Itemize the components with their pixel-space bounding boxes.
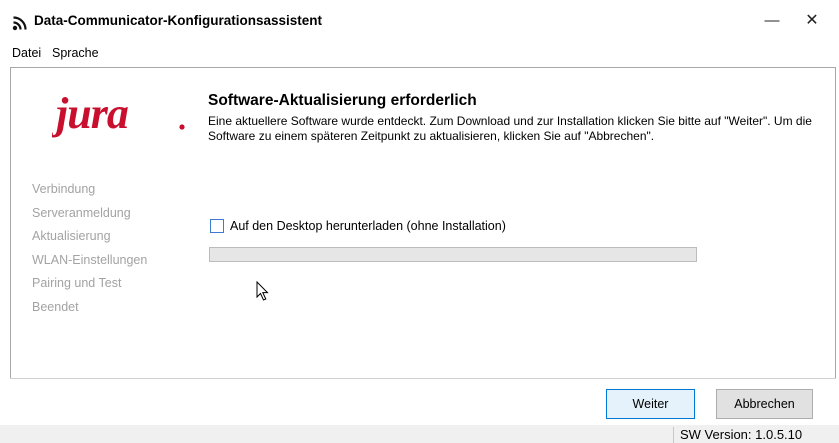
title-bar[interactable]: Data-Communicator-Konfigurationsassisten… xyxy=(0,0,839,42)
menu-datei[interactable]: Datei xyxy=(12,46,41,60)
status-divider xyxy=(673,427,674,443)
minimize-button[interactable]: — xyxy=(760,10,784,32)
sw-version-label: SW Version: 1.0.5.10 xyxy=(680,427,803,442)
close-button[interactable]: ✕ xyxy=(800,10,824,32)
status-bar: SW Version: 1.0.5.10 xyxy=(0,425,839,443)
page-description: Eine aktuellere Software wurde entdeckt.… xyxy=(208,114,812,143)
download-progress-bar xyxy=(209,247,697,262)
step-verbindung: Verbindung xyxy=(32,182,96,196)
cancel-button[interactable]: Abbrechen xyxy=(716,389,813,419)
download-desktop-checkbox[interactable] xyxy=(210,219,224,233)
menu-sprache[interactable]: Sprache xyxy=(52,46,99,60)
footer-divider xyxy=(10,378,836,379)
download-desktop-label[interactable]: Auf den Desktop herunterladen (ohne Inst… xyxy=(230,219,506,233)
step-beendet: Beendet xyxy=(32,299,79,314)
window-title: Data-Communicator-Konfigurationsassisten… xyxy=(34,13,323,28)
mouse-cursor-icon xyxy=(256,281,269,301)
next-button[interactable]: Weiter xyxy=(606,389,695,419)
step-pairing-und-test: Pairing und Test xyxy=(32,276,122,290)
step-list: Verbindung Serveranmeldung Aktualisierun… xyxy=(32,181,147,322)
svg-text:jura: jura xyxy=(52,89,128,138)
step-wlan-einstellungen: WLAN-Einstellungen xyxy=(32,252,148,267)
page-title: Software-Aktualisierung erforderlich xyxy=(208,92,477,109)
wireless-signal-icon xyxy=(12,16,27,31)
step-aktualisierung: Aktualisierung xyxy=(32,229,111,243)
step-serveranmeldung: Serveranmeldung xyxy=(32,205,131,220)
jura-logo: jura xyxy=(52,89,185,138)
